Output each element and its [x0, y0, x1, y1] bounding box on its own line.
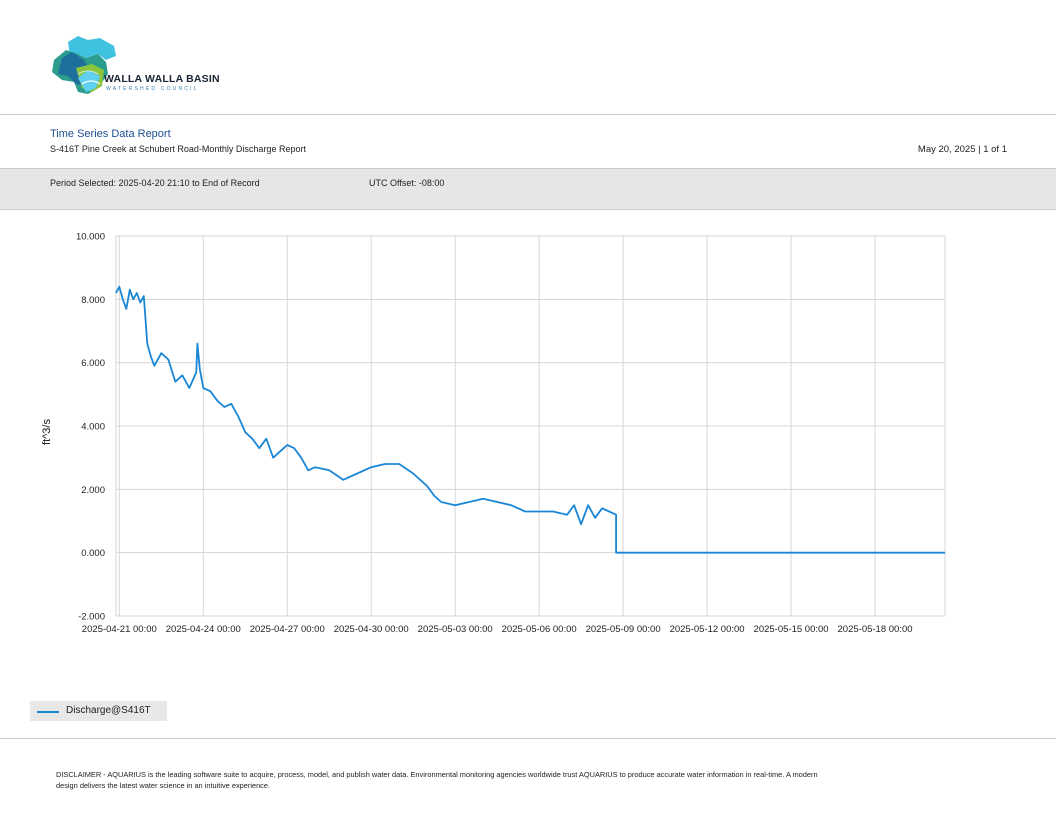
y-tick-label: 0.000: [81, 548, 105, 559]
legend-swatch: [37, 711, 59, 713]
period-bar: Period Selected: 2025-04-20 21:10 to End…: [0, 168, 1056, 210]
brand-subtitle: WATERSHED COUNCIL: [106, 86, 199, 92]
period-selected: Period Selected: 2025-04-20 21:10 to End…: [50, 178, 260, 188]
y-tick-label: 2.000: [81, 485, 105, 496]
brand-name: WALLA WALLA BASIN: [104, 73, 220, 85]
header-divider: [0, 114, 1056, 115]
footer-divider: [0, 738, 1056, 739]
x-tick-label: 2025-05-06 00:00: [502, 624, 577, 635]
y-tick-label: -2.000: [78, 612, 105, 623]
report-subtitle: S-416T Pine Creek at Schubert Road-Month…: [50, 144, 306, 154]
report-title: Time Series Data Report: [50, 128, 171, 140]
utc-offset: UTC Offset: -08:00: [369, 178, 445, 188]
discharge-chart: 10.0008.0006.0004.0002.0000.000-2.000202…: [41, 232, 946, 636]
legend-label: Discharge@S416T: [66, 705, 151, 716]
chart-legend: Discharge@S416T: [30, 701, 167, 721]
disclaimer: DISCLAIMER - AQUARIUS is the leading sof…: [56, 770, 818, 790]
y-axis-label: ft^3/s: [41, 419, 53, 445]
x-tick-label: 2025-05-09 00:00: [586, 624, 661, 635]
x-tick-label: 2025-05-18 00:00: [838, 624, 913, 635]
series-line-discharge: [115, 285, 945, 554]
report-date-page: May 20, 2025 | 1 of 1: [917, 144, 1007, 155]
x-tick-label: 2025-04-27 00:00: [250, 624, 325, 635]
x-tick-label: 2025-05-03 00:00: [418, 624, 493, 635]
x-tick-label: 2025-05-12 00:00: [670, 624, 745, 635]
y-tick-label: 4.000: [81, 422, 105, 433]
chart-series: [115, 285, 945, 554]
chart-ticks: 10.0008.0006.0004.0002.0000.000-2.000202…: [76, 232, 913, 636]
x-tick-label: 2025-04-30 00:00: [334, 624, 409, 635]
x-tick-label: 2025-04-21 00:00: [82, 624, 157, 635]
y-tick-label: 8.000: [81, 295, 105, 306]
x-tick-label: 2025-04-24 00:00: [166, 624, 241, 635]
chart-grid: [115, 235, 946, 617]
y-tick-label: 10.000: [76, 232, 105, 243]
x-tick-label: 2025-05-15 00:00: [754, 624, 829, 635]
y-tick-label: 6.000: [81, 358, 105, 369]
